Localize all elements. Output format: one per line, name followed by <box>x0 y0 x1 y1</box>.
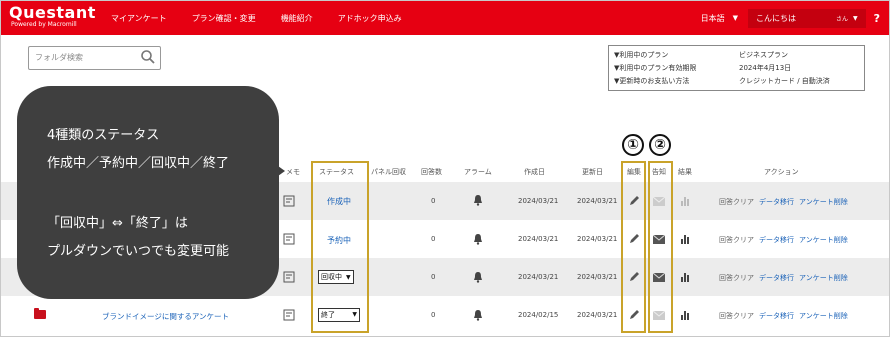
plan-info-box: ▼利用中のプラン ビジネスプラン ▼利用中のプラン有効期限 2024年4月13日 ▼… <box>608 45 865 91</box>
nav-features[interactable]: 機能紹介 <box>281 13 313 24</box>
response-count: 0 <box>431 235 436 243</box>
app-window: Questant Powered by Macromill マイアンケート プラ… <box>0 0 890 337</box>
search-placeholder: フォルダ検索 <box>35 53 83 62</box>
memo-icon[interactable] <box>283 271 295 285</box>
delete-survey-link[interactable]: アンケート削除 <box>799 236 848 244</box>
col-responses: 回答数 <box>421 168 442 176</box>
edit-column-highlight <box>621 161 646 333</box>
data-migrate-link[interactable]: データ移行 <box>759 274 794 282</box>
chevron-down-icon: ▼ <box>852 14 858 22</box>
bar-chart-icon[interactable] <box>680 233 691 246</box>
col-created: 作成日 <box>524 168 545 176</box>
callout-line: 「回収中」⇔「終了」は <box>47 216 188 231</box>
folder-search-input[interactable]: フォルダ検索 <box>28 46 161 70</box>
bell-icon[interactable] <box>473 194 483 208</box>
callout-bubble: 4種類のステータス 作成中／予約中／回収中／終了 「回収中」⇔「終了」は プルダ… <box>17 86 279 299</box>
nav-plan[interactable]: プラン確認・変更 <box>192 13 256 24</box>
bell-icon[interactable] <box>473 309 483 323</box>
table-row: ブランドイメージに関するアンケート 終了 ▼ 0 2024/02/15 2024/… <box>1 296 889 334</box>
plan-row: ▼利用中のプラン ビジネスプラン <box>614 49 788 61</box>
col-updated: 更新日 <box>582 168 603 176</box>
created-date: 2024/03/21 <box>518 197 559 205</box>
delete-survey-link[interactable]: アンケート削除 <box>799 198 848 206</box>
plan-row: ▼利用中のプラン有効期限 2024年4月13日 <box>614 62 791 74</box>
data-migrate-link[interactable]: データ移行 <box>759 198 794 206</box>
questant-logo[interactable]: Questant Powered by Macromill <box>9 4 96 29</box>
main-nav: マイアンケート プラン確認・変更 機能紹介 アドホック申込み <box>111 1 427 35</box>
survey-title-link[interactable]: ブランドイメージに関するアンケート <box>102 311 229 322</box>
col-panel: パネル回収 <box>371 168 406 176</box>
notify-column-highlight <box>648 161 673 333</box>
created-date: 2024/03/21 <box>518 235 559 243</box>
callout-line: プルダウンでいつでも変更可能 <box>47 244 230 259</box>
bell-icon[interactable] <box>473 233 483 247</box>
logo-text: Questant <box>9 3 96 22</box>
bell-icon[interactable] <box>473 271 483 285</box>
plan-value: 2024年4月13日 <box>739 64 792 72</box>
callout-line: 4種類のステータス <box>47 128 160 143</box>
updated-date: 2024/03/21 <box>577 273 618 281</box>
plan-row: ▼更新時のお支払い方法 クレジットカード / 自動決済 <box>614 75 830 87</box>
user-suffix: さん <box>835 15 848 23</box>
plan-label: ▼利用中のプラン <box>614 51 669 59</box>
response-count: 0 <box>431 273 436 281</box>
created-date: 2024/03/21 <box>518 273 559 281</box>
created-date: 2024/02/15 <box>518 311 559 319</box>
plan-value: ビジネスプラン <box>739 51 788 59</box>
folder-icon[interactable] <box>34 308 46 319</box>
memo-icon[interactable] <box>283 195 295 209</box>
callout-line: 作成中／予約中／回収中／終了 <box>47 156 230 171</box>
bar-chart-icon <box>680 195 691 208</box>
nav-adhoc[interactable]: アドホック申込み <box>338 13 402 24</box>
updated-date: 2024/03/21 <box>577 235 618 243</box>
callout-tail <box>271 161 285 181</box>
clear-answers-link[interactable]: 回答クリア <box>719 236 754 244</box>
status-column-highlight <box>311 161 369 333</box>
col-alarm: アラーム <box>464 168 492 176</box>
plan-label: ▼更新時のお支払い方法 <box>614 77 690 85</box>
action-links: 回答クリア データ移行 アンケート削除 <box>719 311 853 321</box>
header-right: 日本語 ▼ こんにちは さん ▼ ? <box>701 1 889 35</box>
plan-label: ▼利用中のプラン有効期限 <box>614 64 697 72</box>
annotation-number-1: ① <box>622 134 644 156</box>
language-select[interactable]: 日本語 <box>701 13 725 24</box>
col-action: アクション <box>764 168 799 176</box>
clear-answers-link[interactable]: 回答クリア <box>719 274 754 282</box>
clear-answers-link[interactable]: 回答クリア <box>719 198 754 206</box>
response-count: 0 <box>431 197 436 205</box>
delete-survey-link[interactable]: アンケート削除 <box>799 274 848 282</box>
logo-subtitle: Powered by Macromill <box>11 21 77 28</box>
col-result: 結果 <box>678 168 692 176</box>
top-header: Questant Powered by Macromill マイアンケート プラ… <box>1 1 889 35</box>
data-migrate-link[interactable]: データ移行 <box>759 312 794 320</box>
bar-chart-icon[interactable] <box>680 271 691 284</box>
memo-icon[interactable] <box>283 233 295 247</box>
greeting-text: こんにちは <box>755 13 796 23</box>
chevron-down-icon[interactable]: ▼ <box>733 14 738 22</box>
plan-value: クレジットカード / 自動決済 <box>739 77 830 85</box>
action-links: 回答クリア データ移行 アンケート削除 <box>719 235 853 245</box>
col-memo: メモ <box>286 168 300 176</box>
updated-date: 2024/03/21 <box>577 311 618 319</box>
bar-chart-icon[interactable] <box>680 309 691 322</box>
response-count: 0 <box>431 311 436 319</box>
memo-icon[interactable] <box>283 309 295 323</box>
delete-survey-link[interactable]: アンケート削除 <box>799 312 848 320</box>
clear-answers-link[interactable]: 回答クリア <box>719 312 754 320</box>
user-menu[interactable]: こんにちは さん ▼ <box>747 8 866 28</box>
search-icon[interactable] <box>140 49 156 69</box>
annotation-number-2: ② <box>649 134 671 156</box>
action-links: 回答クリア データ移行 アンケート削除 <box>719 197 853 207</box>
updated-date: 2024/03/21 <box>577 197 618 205</box>
help-button[interactable]: ? <box>874 12 880 25</box>
nav-my-survey[interactable]: マイアンケート <box>111 13 167 24</box>
action-links: 回答クリア データ移行 アンケート削除 <box>719 273 853 283</box>
data-migrate-link[interactable]: データ移行 <box>759 236 794 244</box>
